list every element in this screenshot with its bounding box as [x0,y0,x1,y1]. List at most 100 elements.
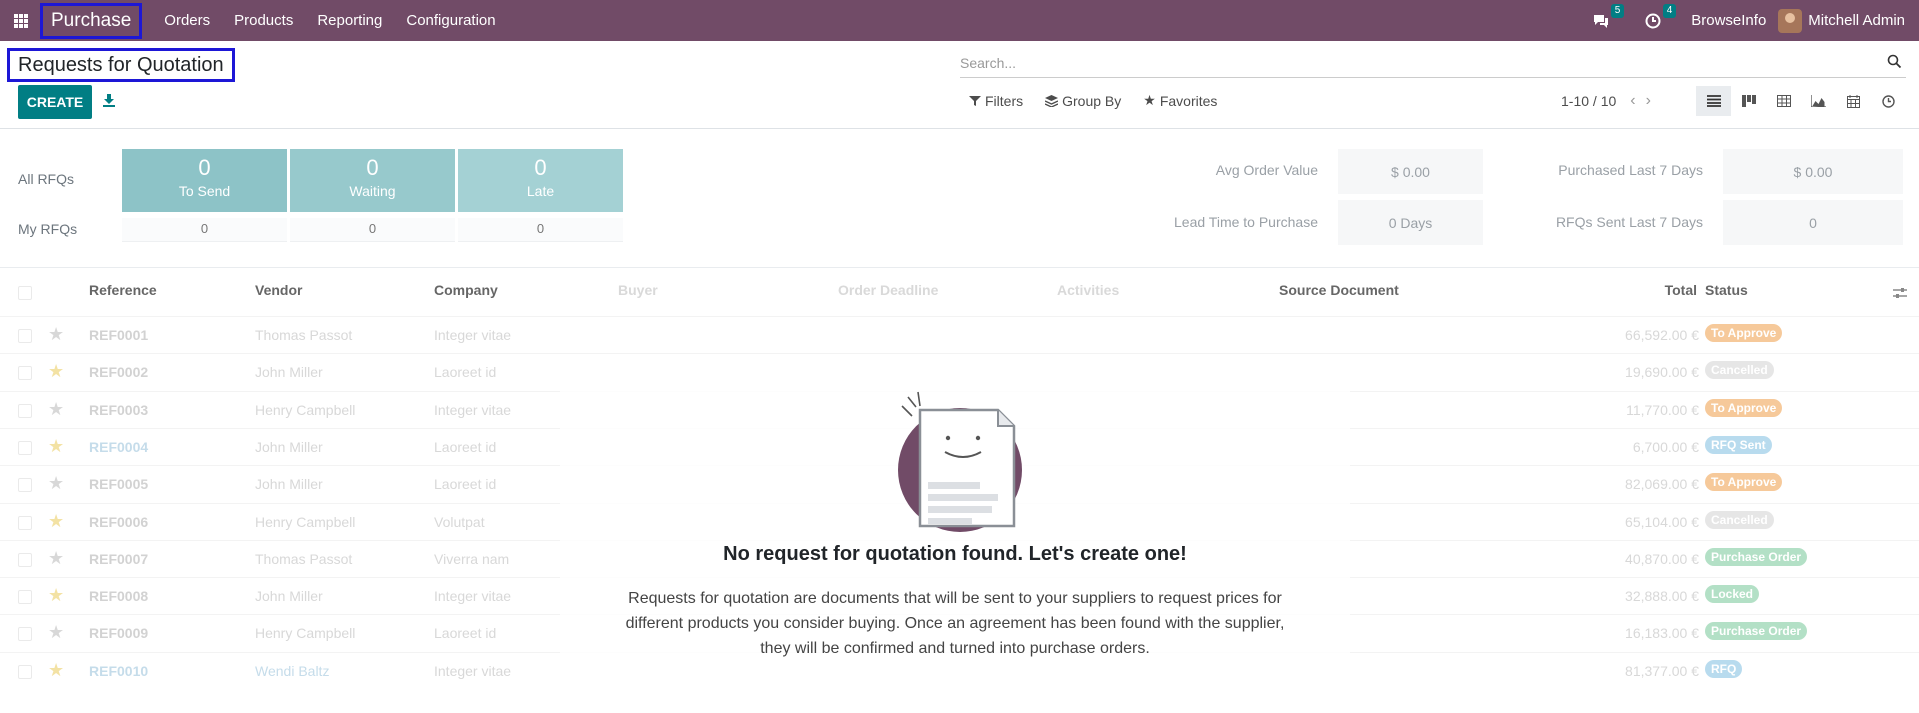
row-reference: REF0002 [89,364,149,381]
row-company: Integer vitae [434,401,512,418]
priority-star-icon[interactable]: ★ [48,548,64,569]
col-total[interactable]: Total [1665,282,1697,298]
col-activities[interactable]: Activities [1057,282,1119,298]
my-waiting-value[interactable]: 0 [290,218,455,242]
row-total: 16,183.00 € [1625,625,1699,642]
menu-reporting[interactable]: Reporting [305,12,394,29]
row-checkbox[interactable] [18,478,32,493]
col-source-document[interactable]: Source Document [1279,282,1399,298]
tile-label: To Send [178,183,231,199]
col-reference[interactable]: Reference [89,282,157,298]
row-vendor: Thomas Passot [255,550,353,567]
row-checkbox[interactable] [18,552,32,567]
status-badge: To Approve [1705,473,1783,492]
priority-star-icon[interactable]: ★ [48,660,64,681]
priority-star-icon[interactable]: ★ [48,473,64,494]
row-reference: REF0003 [89,401,149,418]
menu-products[interactable]: Products [222,12,305,29]
search-input[interactable] [960,54,1860,71]
pager-previous-icon[interactable]: ‹ [1630,92,1635,110]
priority-star-icon[interactable]: ★ [48,324,64,345]
table-row[interactable]: ★ REF0001 Thomas Passot Integer vitae 66,592… [0,316,1919,353]
priority-star-icon[interactable]: ★ [48,622,64,643]
priority-star-icon[interactable]: ★ [48,361,64,382]
priority-star-icon[interactable]: ★ [48,399,64,420]
user-menu[interactable]: Mitchell Admin [1778,8,1919,33]
col-buyer[interactable]: Buyer [618,282,658,298]
activities-icon[interactable]: 4 [1643,3,1677,31]
pager-value[interactable]: 1-10 / 10 [1561,93,1616,109]
all-rfqs-label: All RFQs [18,171,74,187]
tile-late[interactable]: 0 Late [458,149,623,212]
row-company: Laoreet id [434,625,497,642]
pager-next-icon[interactable]: › [1646,92,1651,110]
row-checkbox[interactable] [18,515,32,530]
row-vendor: Henry Campbell [255,625,356,642]
search-icon[interactable] [1887,54,1902,73]
menu-orders[interactable]: Orders [152,12,222,29]
list-view-icon[interactable] [1696,86,1731,116]
row-company: Laoreet id [434,438,497,455]
row-checkbox[interactable] [18,590,32,605]
star-icon: ★ [1143,92,1156,108]
kanban-view-icon[interactable] [1731,86,1766,116]
priority-star-icon[interactable]: ★ [48,436,64,457]
row-company: Integer vitae [434,662,512,679]
my-to-send-value[interactable]: 0 [122,218,287,242]
status-badge: To Approve [1705,398,1783,417]
filters-button[interactable]: Filters [969,92,1023,109]
favorites-button[interactable]: ★ Favorites [1143,92,1217,109]
priority-star-icon[interactable]: ★ [48,511,64,532]
lead-time-value: 0 Days [1338,200,1483,245]
row-company: Integer vitae [434,588,512,605]
top-navbar: Purchase Orders Products Reporting Confi… [0,0,1919,41]
tile-waiting[interactable]: 0 Waiting [290,149,455,212]
row-reference: REF0007 [89,550,149,567]
avg-order-value: $ 0.00 [1338,149,1483,194]
group-by-label: Group By [1062,92,1122,109]
purchased-7d-label: Purchased Last 7 Days [1558,162,1703,178]
page-title: Requests for Quotation [7,48,235,82]
download-icon[interactable] [101,92,119,110]
status-badge: Locked [1705,585,1760,604]
my-late-value[interactable]: 0 [458,218,623,242]
row-reference: REF0006 [89,513,149,530]
avatar [1778,8,1803,33]
pivot-view-icon[interactable] [1766,86,1801,116]
row-total: 40,870.00 € [1625,550,1699,567]
activity-view-icon[interactable] [1871,86,1906,116]
col-order-deadline[interactable]: Order Deadline [838,282,938,298]
status-badge: RFQ Sent [1705,435,1772,454]
priority-star-icon[interactable]: ★ [48,585,64,606]
messages-icon[interactable]: 5 [1591,3,1625,31]
user-name: Mitchell Admin [1808,12,1905,29]
row-total: 11,770.00 € [1626,401,1699,418]
col-vendor[interactable]: Vendor [255,282,302,298]
row-checkbox[interactable] [18,664,32,679]
graph-view-icon[interactable] [1801,86,1836,116]
row-checkbox[interactable] [18,403,32,418]
optional-columns-icon[interactable] [1893,286,1907,302]
navbar-systray: 5 4 BrowseInfo Mitchell Admin [1575,0,1919,41]
row-checkbox[interactable] [18,627,32,642]
row-checkbox[interactable] [18,329,32,343]
row-vendor: John Miller [255,476,323,493]
apps-menu-icon[interactable] [14,13,28,28]
col-status[interactable]: Status [1705,282,1748,298]
tile-to-send[interactable]: 0 To Send [122,149,287,212]
menu-configuration[interactable]: Configuration [394,12,507,29]
row-checkbox[interactable] [18,440,32,455]
row-vendor: John Miller [255,438,323,455]
row-checkbox[interactable] [18,366,32,381]
layers-icon [1045,94,1059,107]
browseinfo-link[interactable]: BrowseInfo [1679,12,1778,29]
app-brand[interactable]: Purchase [40,2,143,39]
group-by-button[interactable]: Group By [1045,92,1121,109]
status-badge: Cancelled [1705,510,1774,529]
row-reference: REF0001 [89,327,149,343]
row-vendor: Henry Campbell [255,513,356,530]
calendar-view-icon[interactable] [1836,86,1871,116]
col-company[interactable]: Company [434,282,498,298]
rfqs-sent-7d-value: 0 [1723,200,1903,245]
create-button[interactable]: CREATE [18,85,92,119]
